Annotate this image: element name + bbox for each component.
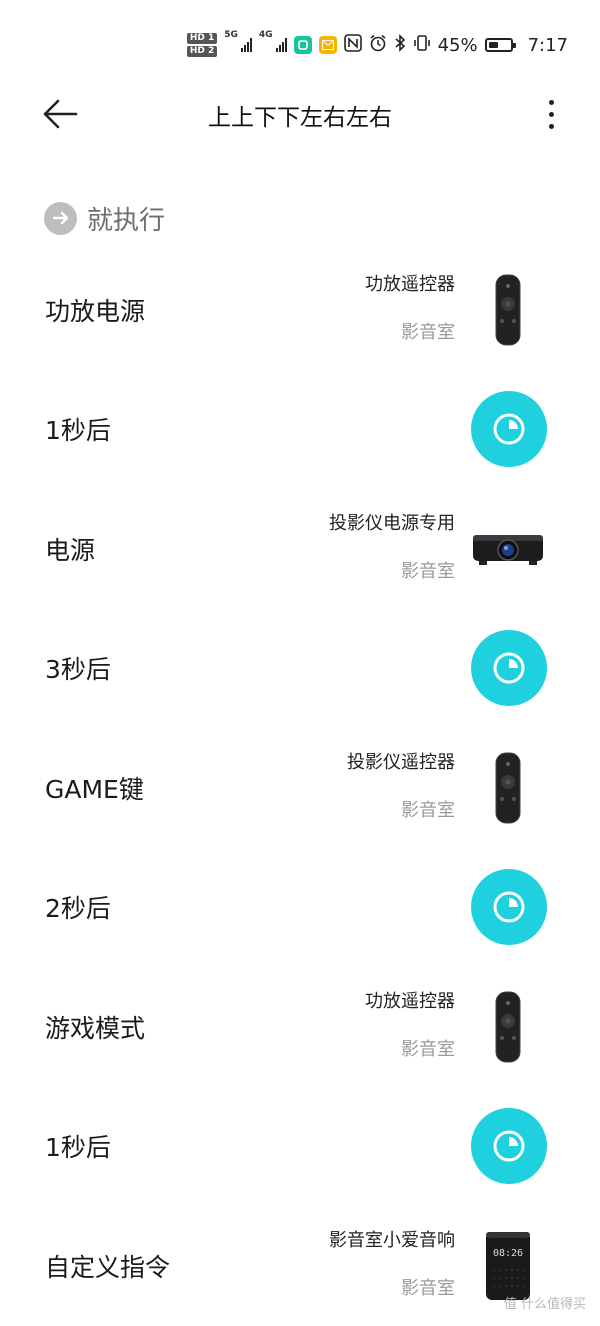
battery-percent: 45% (437, 34, 478, 56)
delay-row[interactable]: 3秒后 (0, 609, 600, 729)
section-title: 就执行 (87, 205, 166, 236)
signal-icon (240, 38, 252, 52)
remote-icon (470, 272, 546, 348)
status-bar: HD 1 HD 2 5G 4G 45% 7:17 (0, 0, 600, 80)
more-options-button[interactable] (536, 94, 566, 134)
speaker-display-text: 08:26 (493, 1248, 523, 1259)
action-row[interactable]: GAME键 投影仪遥控器 影音室 (0, 728, 600, 848)
timer-icon (471, 391, 547, 468)
more-dot (548, 123, 554, 129)
battery-fill (488, 42, 498, 48)
delay-row[interactable]: 2秒后 (0, 848, 600, 968)
action-label: 电源 (45, 535, 96, 565)
device-name: 功放遥控器 (365, 274, 455, 295)
device-room: 影音室 (401, 561, 455, 582)
network-5g-label: 5G (224, 30, 238, 40)
device-name: 投影仪遥控器 (347, 752, 455, 773)
bluetooth-icon (394, 33, 406, 57)
battery-icon (484, 38, 516, 52)
signal-icon (275, 38, 287, 52)
action-row[interactable]: 功放电源 功放遥控器 影音室 (0, 250, 600, 370)
page-title: 上上下下左右左右 (208, 105, 392, 131)
remote-icon (470, 750, 546, 826)
device-name: 功放遥控器 (365, 991, 455, 1012)
device-name: 影音室小爱音响 (329, 1230, 455, 1251)
mail-app-icon (318, 36, 337, 54)
delay-label: 2秒后 (45, 894, 111, 924)
network-4g-label: 4G (258, 30, 273, 40)
watermark: 值 什么值得买 (503, 1297, 586, 1312)
delay-row[interactable]: 1秒后 (0, 1087, 600, 1207)
clock: 7:17 (527, 34, 568, 56)
mihome-app-icon (293, 36, 312, 54)
delay-label: 1秒后 (45, 416, 111, 446)
action-list: 功放电源 功放遥控器 影音室 1秒后 电源 投影仪电源专用 影音室 3秒后 GA… (0, 250, 600, 1326)
device-room: 影音室 (401, 800, 455, 821)
sim-indicators: HD 1 HD 2 (186, 33, 218, 57)
app-header: 上上下下左右左右 (0, 80, 600, 150)
action-label: 游戏模式 (45, 1013, 146, 1043)
delay-label: 3秒后 (45, 655, 111, 685)
device-room: 影音室 (401, 322, 455, 343)
hd2-badge: HD 2 (186, 46, 218, 57)
timer-icon (471, 869, 547, 946)
alarm-icon (369, 34, 387, 57)
more-dot (548, 99, 554, 105)
device-room: 影音室 (401, 1039, 455, 1060)
more-dot (548, 111, 554, 117)
nfc-icon (343, 33, 362, 57)
hd1-badge: HD 1 (186, 33, 218, 44)
action-label: GAME键 (45, 774, 144, 804)
timer-icon (471, 630, 547, 707)
device-name: 投影仪电源专用 (329, 513, 455, 534)
projector-icon (470, 511, 546, 587)
section-header: 就执行 (44, 200, 165, 236)
action-row[interactable]: 电源 投影仪电源专用 影音室 (0, 489, 600, 609)
arrow-right-circle-icon (44, 201, 77, 235)
action-row[interactable]: 游戏模式 功放遥控器 影音室 (0, 967, 600, 1087)
delay-label: 1秒后 (45, 1133, 111, 1163)
action-label: 功放电源 (45, 296, 146, 326)
delay-row[interactable]: 1秒后 (0, 370, 600, 490)
remote-icon (470, 989, 546, 1065)
status-icons: HD 1 HD 2 5G 4G 45% 7:17 (186, 30, 568, 58)
vibrate-icon (413, 34, 431, 57)
action-label: 自定义指令 (45, 1252, 171, 1282)
device-room: 影音室 (401, 1278, 455, 1299)
timer-icon (471, 1108, 547, 1185)
